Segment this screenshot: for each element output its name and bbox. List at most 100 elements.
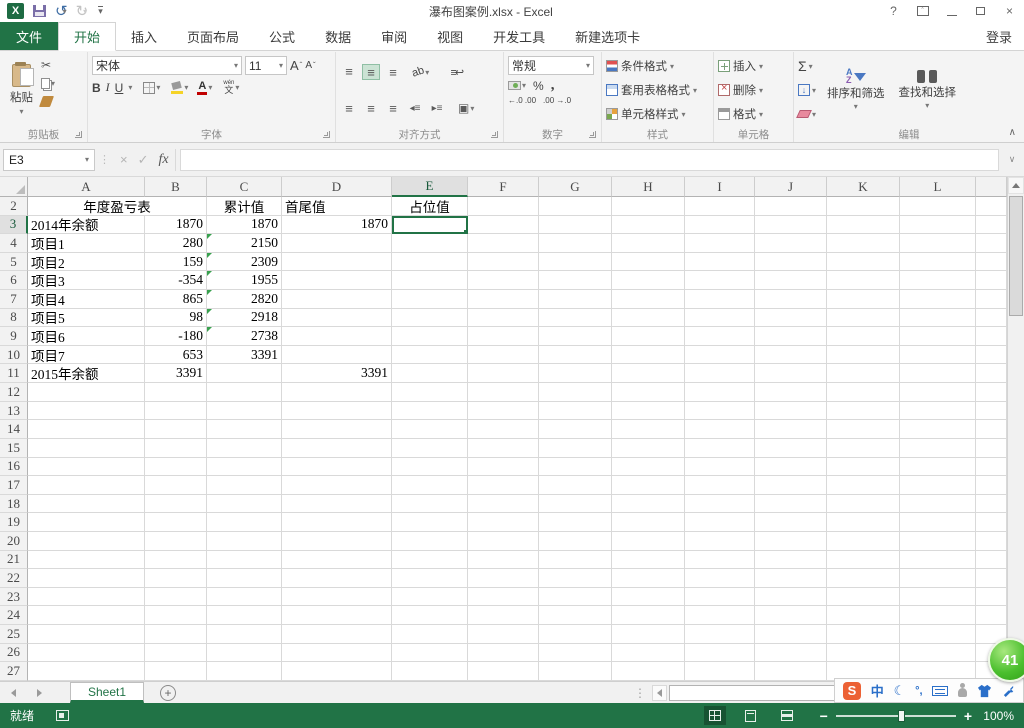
cell-M10[interactable]: [976, 345, 1007, 365]
row-header-23[interactable]: 23: [0, 587, 28, 607]
cell-E7[interactable]: [392, 290, 468, 309]
cell-M23[interactable]: [976, 587, 1007, 607]
cell-M12[interactable]: [976, 383, 1007, 402]
cell-F11[interactable]: [468, 364, 539, 384]
cell-J12[interactable]: [755, 383, 827, 402]
cell-J6[interactable]: [755, 271, 827, 291]
cell-K16[interactable]: [827, 457, 900, 477]
cell-C15[interactable]: [207, 438, 282, 458]
cell-I23[interactable]: [685, 587, 755, 607]
format-cells-button[interactable]: 格式 ▾: [718, 104, 789, 124]
column-header-D[interactable]: D: [282, 177, 392, 197]
cell-D3[interactable]: 1870: [282, 215, 392, 235]
row-header-5[interactable]: 5: [0, 252, 28, 272]
cell-H26[interactable]: [612, 643, 685, 663]
vertical-scrollbar[interactable]: [1007, 177, 1024, 681]
cell-G14[interactable]: [539, 420, 612, 439]
cell-D13[interactable]: [282, 401, 392, 421]
cell-L4[interactable]: [900, 234, 976, 253]
cell-L17[interactable]: [900, 476, 976, 495]
cell-C21[interactable]: [207, 550, 282, 570]
cell-E24[interactable]: [392, 606, 468, 626]
delete-cells-button[interactable]: 删除▾: [718, 80, 789, 100]
cell-I16[interactable]: [685, 457, 755, 477]
cell-H13[interactable]: [612, 401, 685, 421]
bottom-align-button[interactable]: ≡: [384, 64, 402, 80]
cell-D26[interactable]: [282, 643, 392, 663]
cell-L22[interactable]: [900, 569, 976, 588]
cell-L3[interactable]: [900, 215, 976, 235]
row-header-22[interactable]: 22: [0, 569, 28, 588]
row-header-26[interactable]: 26: [0, 643, 28, 663]
cell-C14[interactable]: [207, 420, 282, 439]
tab-插入[interactable]: 插入: [116, 22, 172, 50]
fill-button[interactable]: ↓ ▾: [798, 82, 816, 98]
cell-C16[interactable]: [207, 457, 282, 477]
grow-font-button[interactable]: Aˆ: [290, 58, 302, 73]
cell-H27[interactable]: [612, 662, 685, 681]
increase-decimal-button[interactable]: ←.0 .00: [508, 96, 536, 105]
cell-K18[interactable]: [827, 494, 900, 514]
cell-K2[interactable]: [827, 197, 900, 216]
cell-H18[interactable]: [612, 494, 685, 514]
cell-G26[interactable]: [539, 643, 612, 663]
cell-K24[interactable]: [827, 606, 900, 626]
cell-A2-merged[interactable]: 年度盈亏表: [28, 197, 207, 216]
cell-J8[interactable]: [755, 308, 827, 328]
cell-E11[interactable]: [392, 364, 468, 384]
cell-K10[interactable]: [827, 345, 900, 365]
cell-F22[interactable]: [468, 569, 539, 588]
cell-M7[interactable]: [976, 290, 1007, 309]
cell-A24[interactable]: [28, 606, 145, 626]
cell-B23[interactable]: [145, 587, 207, 607]
cell-A18[interactable]: [28, 494, 145, 514]
column-header-E[interactable]: E: [392, 177, 468, 197]
vertical-scroll-track[interactable]: [1008, 194, 1024, 664]
cell-B21[interactable]: [145, 550, 207, 570]
paste-button[interactable]: 粘贴 ▾: [4, 54, 39, 126]
cell-F15[interactable]: [468, 438, 539, 458]
cell-I20[interactable]: [685, 531, 755, 551]
cell-D17[interactable]: [282, 476, 392, 495]
cell-B3[interactable]: 1870: [145, 215, 207, 235]
cell-L7[interactable]: [900, 290, 976, 309]
cell-H12[interactable]: [612, 383, 685, 402]
cell-K11[interactable]: [827, 364, 900, 384]
cell-M5[interactable]: [976, 252, 1007, 272]
cell-B5[interactable]: 159: [145, 252, 207, 272]
borders-button[interactable]: ▾: [143, 81, 160, 94]
cell-F13[interactable]: [468, 401, 539, 421]
cell-J14[interactable]: [755, 420, 827, 439]
zoom-slider-track[interactable]: [835, 709, 956, 722]
cell-M22[interactable]: [976, 569, 1007, 588]
cell-J5[interactable]: [755, 252, 827, 272]
cell-G27[interactable]: [539, 662, 612, 681]
zoom-out-button[interactable]: −: [820, 708, 828, 724]
close-button[interactable]: ×: [995, 0, 1024, 22]
cell-K23[interactable]: [827, 587, 900, 607]
restore-button[interactable]: [966, 0, 995, 22]
cell-J25[interactable]: [755, 625, 827, 644]
tab-新建选项卡[interactable]: 新建选项卡: [560, 22, 655, 50]
cell-D5[interactable]: [282, 252, 392, 272]
cell-F12[interactable]: [468, 383, 539, 402]
increase-indent-button[interactable]: ▸≡: [428, 100, 446, 116]
cell-F10[interactable]: [468, 345, 539, 365]
cell-A6[interactable]: 项目3: [28, 271, 145, 291]
cell-J13[interactable]: [755, 401, 827, 421]
bold-button[interactable]: B: [92, 81, 101, 95]
cell-J19[interactable]: [755, 513, 827, 532]
cell-M14[interactable]: [976, 420, 1007, 439]
cell-L6[interactable]: [900, 271, 976, 291]
cell-A14[interactable]: [28, 420, 145, 439]
cell-J10[interactable]: [755, 345, 827, 365]
cell-C7[interactable]: 2820: [207, 290, 282, 309]
cell-K7[interactable]: [827, 290, 900, 309]
italic-button[interactable]: I: [106, 80, 110, 95]
cell-J7[interactable]: [755, 290, 827, 309]
cell-B22[interactable]: [145, 569, 207, 588]
cell-B15[interactable]: [145, 438, 207, 458]
cell-G18[interactable]: [539, 494, 612, 514]
cell-E27[interactable]: [392, 662, 468, 681]
cell-H16[interactable]: [612, 457, 685, 477]
